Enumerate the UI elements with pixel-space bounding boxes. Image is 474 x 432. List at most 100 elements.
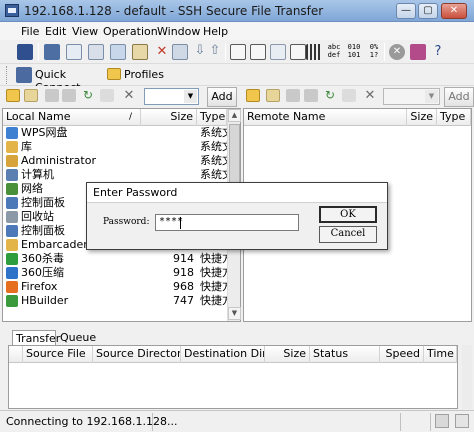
auto-mode-icon[interactable]: 0% 1? (366, 43, 382, 59)
up-folder-icon[interactable] (6, 89, 20, 102)
cancel-button[interactable]: Cancel (319, 226, 377, 243)
dialog-title-bar[interactable]: Enter Password (87, 183, 387, 203)
local-add-button[interactable]: Add (207, 87, 237, 107)
remote-edit-icon[interactable] (342, 89, 356, 102)
columns-icon[interactable] (306, 44, 322, 60)
list-item[interactable]: 计算机 系统文 (3, 168, 227, 182)
remote-new-folder-icon[interactable] (286, 89, 300, 102)
menu-window[interactable]: Window (157, 25, 200, 38)
remote-delete-icon[interactable]: ✕ (362, 89, 378, 105)
file-name: 回收站 (21, 210, 54, 223)
folder-icon[interactable] (62, 89, 76, 102)
transfer-col-speed[interactable]: Speed (380, 346, 424, 363)
transfer-list[interactable]: Source File Source Directory Destination… (8, 345, 458, 409)
list-view-icon[interactable] (250, 44, 266, 60)
list-item[interactable]: Administrator 系统文 (3, 154, 227, 168)
remote-up-folder-icon[interactable] (246, 89, 260, 102)
transfer-col-status[interactable]: Status (310, 346, 380, 363)
remote-folder-icon[interactable] (304, 89, 318, 102)
find-icon[interactable] (172, 44, 188, 60)
scroll-thumb[interactable] (229, 124, 240, 184)
list-item[interactable]: 库 系统文 (3, 140, 227, 154)
transfer-col-source-file[interactable]: Source File (23, 346, 93, 363)
menu-file[interactable]: File (21, 25, 39, 38)
transfer-col-dest-dir[interactable]: Destination Dire... (181, 346, 265, 363)
file-type: 系统文 (200, 154, 227, 167)
cut-icon[interactable] (88, 44, 104, 60)
paste-icon[interactable] (132, 44, 148, 60)
list-item[interactable]: Firefox 968 快捷方 (3, 280, 227, 294)
password-label: Password: (103, 217, 150, 227)
menu-operation[interactable]: Operation (103, 25, 158, 38)
remote-col-size[interactable]: Size (407, 109, 437, 126)
delete-icon[interactable]: ✕ (154, 44, 170, 60)
binary-mode-icon[interactable]: 010 101 (346, 43, 362, 59)
file-type: 系统文 (200, 140, 227, 153)
list-item[interactable]: 360压缩 918 快捷方 (3, 266, 227, 280)
file-name: 网络 (21, 182, 43, 195)
tree-view-icon[interactable] (270, 44, 286, 60)
remote-add-button[interactable]: Add (444, 87, 474, 107)
file-type: 系统文 (200, 126, 227, 139)
password-dialog: Enter Password Password: **** OK Cancel (86, 182, 388, 250)
tab-transfer[interactable]: Transfer (12, 330, 60, 346)
new-folder-icon[interactable] (45, 89, 59, 102)
download-icon[interactable]: ⇩ (192, 44, 208, 60)
toolbar-separator (384, 43, 385, 61)
refresh-icon[interactable]: ↻ (80, 89, 96, 105)
transfer-col-time[interactable]: Time (424, 346, 457, 363)
remote-path-dropdown[interactable]: ▼ (383, 88, 440, 105)
home-icon[interactable] (24, 89, 38, 102)
save-icon[interactable] (17, 44, 33, 60)
local-col-type[interactable]: Type (197, 109, 227, 126)
menu-edit[interactable]: Edit (45, 25, 66, 38)
local-col-size[interactable]: Size (141, 109, 197, 126)
file-size: 918 (173, 266, 194, 279)
close-button[interactable]: ✕ (441, 3, 467, 19)
menu-help[interactable]: Help (203, 25, 228, 38)
profiles-folder-icon (107, 68, 121, 80)
list-item[interactable]: HBuilder 747 快捷方 (3, 294, 227, 308)
local-col-name[interactable]: Local Name / (3, 109, 141, 126)
profiles-button[interactable]: Profiles (105, 65, 165, 85)
help-icon[interactable]: ? (430, 44, 446, 60)
quick-connect-button[interactable]: Quick Connect (14, 65, 102, 94)
transfer-scrollbar[interactable] (462, 345, 472, 409)
copy-icon[interactable] (110, 44, 126, 60)
file-name: 控制面板 (21, 224, 65, 237)
disconnect-icon[interactable]: ✕ (389, 44, 405, 60)
transfer-col-source-dir[interactable]: Source Directory (93, 346, 181, 363)
password-input[interactable]: **** (155, 214, 299, 231)
new-window-icon[interactable] (66, 44, 82, 60)
local-path-dropdown[interactable]: ▼ (144, 88, 199, 105)
computer-icon (6, 169, 18, 181)
list-item[interactable]: WPS网盘 系统文 (3, 126, 227, 140)
icon-view-icon[interactable] (290, 44, 306, 60)
file-name: 库 (21, 140, 32, 153)
menu-view[interactable]: View (72, 25, 98, 38)
list-item[interactable]: 360杀毒 914 快捷方 (3, 252, 227, 266)
ascii-mode-icon[interactable]: abc def (326, 43, 342, 59)
edit-icon[interactable] (100, 89, 114, 102)
file-name: Administrator (21, 154, 96, 167)
print-icon[interactable] (44, 44, 60, 60)
network-icon (6, 183, 18, 195)
remote-col-name[interactable]: Remote Name (244, 109, 407, 126)
scroll-down-icon[interactable]: ▼ (228, 307, 241, 320)
tab-queue[interactable]: Queue (57, 330, 97, 345)
detail-view-icon[interactable] (230, 44, 246, 60)
settings-icon[interactable] (410, 44, 426, 60)
hbuilder-icon (6, 295, 18, 307)
remote-refresh-icon[interactable]: ↻ (322, 89, 338, 105)
title-bar[interactable]: 192.168.1.128 - default - SSH Secure Fil… (0, 0, 474, 22)
maximize-button[interactable]: ▢ (418, 3, 438, 19)
scroll-up-icon[interactable]: ▲ (228, 109, 241, 122)
ok-button[interactable]: OK (319, 206, 377, 223)
remote-home-icon[interactable] (266, 89, 280, 102)
minimize-button[interactable]: — (396, 3, 416, 19)
transfer-col-size[interactable]: Size (265, 346, 310, 363)
upload-icon[interactable]: ⇧ (207, 44, 223, 60)
file-name: WPS网盘 (21, 126, 68, 139)
remote-col-type[interactable]: Type (437, 109, 471, 126)
delete-file-icon[interactable]: ✕ (121, 89, 137, 105)
